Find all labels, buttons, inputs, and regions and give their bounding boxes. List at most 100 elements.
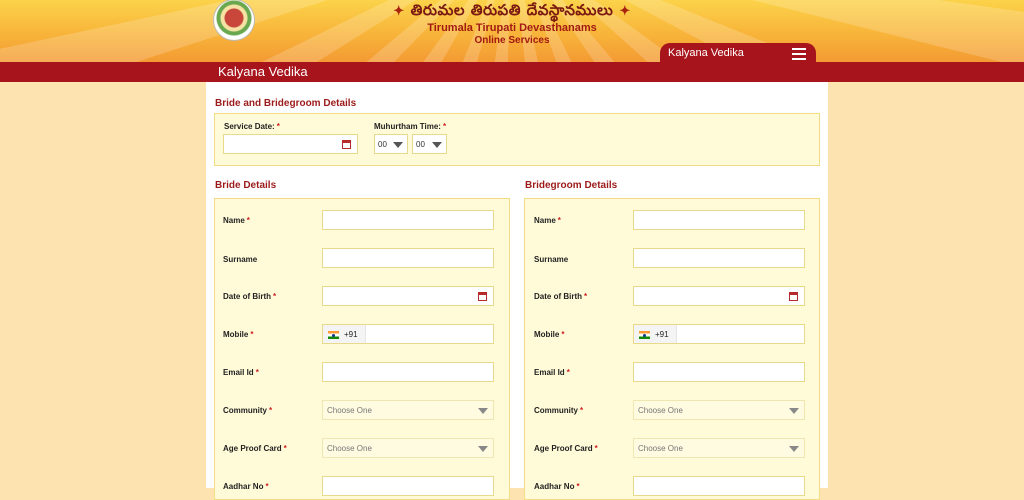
select-placeholder: Choose One (327, 444, 372, 453)
required-mark: * (246, 216, 250, 225)
org-subtitle: Online Services (474, 35, 550, 46)
calendar-icon[interactable] (342, 140, 351, 149)
groom-community-label: Community * (534, 406, 583, 415)
dropdown-arrow-icon (432, 142, 442, 148)
required-mark: * (442, 122, 447, 131)
bride-community-select[interactable]: Choose One (322, 400, 494, 420)
om-icon: ✦ (393, 4, 405, 19)
dropdown-arrow-icon (478, 408, 488, 414)
org-name: Tirumala Tirupati Devasthanams (427, 22, 597, 34)
country-code: +91 (655, 330, 669, 339)
label-text: Community (223, 406, 267, 415)
bride-age-proof-select[interactable]: Choose One (322, 438, 494, 458)
label-text: Age Proof Card (223, 444, 282, 453)
label-text: Mobile (534, 330, 560, 339)
bride-email-input[interactable] (322, 362, 494, 382)
label-text: Aadhar No (223, 482, 264, 491)
groom-mobile-input[interactable]: +91 (633, 324, 805, 344)
select-placeholder: Choose One (638, 406, 683, 415)
bride-age-proof-label: Age Proof Card * (223, 444, 287, 453)
select-placeholder: Choose One (638, 444, 683, 453)
required-mark: * (557, 216, 561, 225)
header-title-block: ✦ తిరుమల తిరుపతి దేవస్థానములు ✦ Tirumala T… (300, 0, 724, 46)
bride-email-label: Email Id * (223, 368, 259, 377)
label-text: Name (534, 216, 556, 225)
hamburger-menu-icon[interactable] (792, 48, 806, 62)
hour-value: 00 (378, 140, 387, 149)
groom-age-proof-label: Age Proof Card * (534, 444, 598, 453)
label-text: Aadhar No (534, 482, 575, 491)
groom-dob-input[interactable] (633, 286, 805, 306)
muhurtham-label-text: Muhurtham Time: (374, 122, 441, 131)
label-text: Date of Birth (223, 292, 271, 301)
bride-mobile-label: Mobile * (223, 330, 253, 339)
muhurtham-time-label: Muhurtham Time: * (374, 122, 446, 131)
required-mark: * (250, 330, 254, 339)
bride-dob-input[interactable] (322, 286, 494, 306)
page-title: Kalyana Vedika (218, 64, 308, 79)
label-text: Date of Birth (534, 292, 582, 301)
groom-dob-label: Date of Birth * (534, 292, 587, 301)
details-box: Service Date: * Muhurtham Time: * 00 00 (214, 113, 820, 166)
telugu-title-text: తిరుమల తిరుపతి దేవస్థానములు (410, 1, 614, 19)
required-mark: * (265, 482, 269, 491)
service-date-label-text: Service Date: (224, 122, 275, 131)
bride-name-input[interactable] (322, 210, 494, 230)
bride-name-label: Name * (223, 216, 250, 225)
label-text: Email Id (534, 368, 565, 377)
bride-mobile-input[interactable]: +91 (322, 324, 494, 344)
groom-aadhar-input[interactable] (633, 476, 805, 496)
minute-select[interactable]: 00 (412, 134, 447, 154)
groom-community-select[interactable]: Choose One (633, 400, 805, 420)
groom-name-label: Name * (534, 216, 561, 225)
required-mark: * (283, 444, 287, 453)
bride-surname-input[interactable] (322, 248, 494, 268)
required-mark: * (276, 122, 280, 131)
required-mark: * (580, 406, 584, 415)
bride-surname-label: Surname (223, 255, 258, 264)
groom-email-label: Email Id * (534, 368, 570, 377)
menu-tab-label: Kalyana Vedika (668, 47, 744, 59)
india-flag-icon (328, 331, 339, 339)
groom-box: Name * Surname Date of Birth * Mobile * +91… (524, 198, 820, 500)
minute-value: 00 (416, 140, 425, 149)
groom-name-input[interactable] (633, 210, 805, 230)
bride-aadhar-input[interactable] (322, 476, 494, 496)
bride-box: Name * Surname Date of Birth * Mobile * +91… (214, 198, 510, 500)
required-mark: * (566, 368, 570, 377)
required-mark: * (576, 482, 580, 491)
groom-surname-label: Surname (534, 255, 569, 264)
bride-community-label: Community * (223, 406, 272, 415)
required-mark: * (255, 368, 259, 377)
menu-tab[interactable]: Kalyana Vedika (660, 43, 816, 62)
hour-select[interactable]: 00 (374, 134, 408, 154)
label-text: Age Proof Card (534, 444, 593, 453)
dropdown-arrow-icon (789, 446, 799, 452)
groom-age-proof-select[interactable]: Choose One (633, 438, 805, 458)
bride-dob-label: Date of Birth * (223, 292, 276, 301)
groom-surname-input[interactable] (633, 248, 805, 268)
groom-mobile-label: Mobile * (534, 330, 564, 339)
india-flag-icon (639, 331, 650, 339)
page-title-bar: Kalyana Vedika (0, 62, 1024, 82)
temple-logo-icon[interactable] (214, 0, 254, 40)
label-text: Community (534, 406, 578, 415)
calendar-icon[interactable] (478, 292, 487, 301)
groom-aadhar-label: Aadhar No * (534, 482, 580, 491)
form-panel: Bride and Bridegroom Details Service Dat… (206, 82, 828, 500)
bride-aadhar-label: Aadhar No * (223, 482, 269, 491)
required-mark: * (584, 292, 588, 301)
dropdown-arrow-icon (393, 142, 403, 148)
service-date-label: Service Date: * (224, 122, 280, 131)
country-code: +91 (344, 330, 358, 339)
groom-email-input[interactable] (633, 362, 805, 382)
calendar-icon[interactable] (789, 292, 798, 301)
om-icon: ✦ (619, 4, 631, 19)
section-title-groom: Bridegroom Details (525, 180, 618, 191)
section-title-details: Bride and Bridegroom Details (215, 98, 357, 109)
required-mark: * (561, 330, 565, 339)
required-mark: * (269, 406, 273, 415)
required-mark: * (273, 292, 277, 301)
service-date-input[interactable] (223, 134, 358, 154)
label-text: Name (223, 216, 245, 225)
